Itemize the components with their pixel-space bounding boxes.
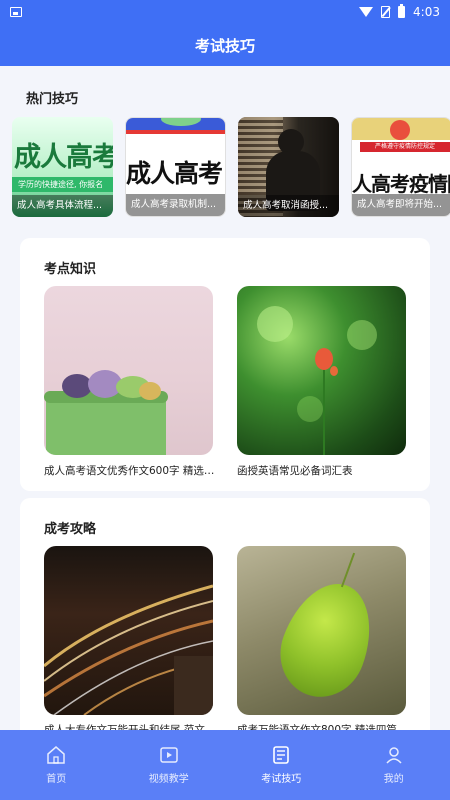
strategy-section-title: 成考攻略 bbox=[44, 522, 97, 537]
hot-tip-image-text: 人高考疫情防 bbox=[352, 172, 450, 196]
page-title: 考试技巧 bbox=[194, 36, 255, 55]
hot-tip-caption: 成人高考具体流程... bbox=[12, 195, 113, 217]
profile-icon bbox=[386, 747, 402, 764]
status-icons: 4:03 bbox=[359, 4, 440, 19]
knowledge-item-caption[interactable]: 函授英语常见必备词汇表 bbox=[237, 463, 415, 478]
home-icon bbox=[47, 746, 65, 764]
tips-icon bbox=[273, 746, 290, 764]
knowledge-item-image[interactable] bbox=[237, 286, 406, 455]
leaf bbox=[267, 571, 387, 709]
nav-item-tips[interactable]: 考试技巧 bbox=[225, 730, 338, 800]
app-header: 考试技巧 bbox=[0, 24, 450, 66]
nav-label-profile: 我的 bbox=[383, 774, 404, 785]
status-bar: 4:03 bbox=[0, 0, 450, 24]
hot-tips-carousel[interactable]: 成人高考 学历的快捷途径, 你报名 成人高考具体流程... 成人高考 成人高考录… bbox=[12, 117, 450, 217]
strategy-item-image[interactable] bbox=[237, 546, 406, 715]
bottom-nav: 首页 视频教学 考试技巧 我的 bbox=[0, 730, 450, 800]
nav-label-video: 视频教学 bbox=[148, 774, 189, 785]
strategy-item-image[interactable] bbox=[44, 546, 213, 715]
flower-bud bbox=[330, 366, 338, 376]
hot-tip-image-text: 成人高考 bbox=[126, 159, 223, 188]
strategy-section: 成考攻略 成人大专作文万能开头和结尾 范文... 成考万能语文作文800字 精选… bbox=[20, 498, 430, 748]
nav-item-profile[interactable]: 我的 bbox=[338, 730, 450, 800]
hot-tip-image-subtext: 学历的快捷途径, 你报名 bbox=[12, 177, 113, 192]
nav-label-tips: 考试技巧 bbox=[261, 774, 302, 785]
hot-tip-image-banner: 严格遵守疫情防控规定 bbox=[360, 142, 450, 152]
hot-tip-image-face bbox=[390, 120, 410, 140]
bokeh-3 bbox=[297, 396, 323, 422]
hot-tip-caption: 成人高考取消函授... bbox=[238, 195, 339, 217]
battery-icon bbox=[398, 4, 406, 18]
knowledge-item-caption[interactable]: 成人高考语文优秀作文600字 精选三... bbox=[44, 463, 222, 478]
hot-tip-caption: 成人高考即将开始... bbox=[352, 194, 450, 216]
hot-tip-card[interactable]: 成人高考 学历的快捷途径, 你报名 成人高考具体流程... bbox=[12, 117, 113, 217]
hot-tip-image-band-accent bbox=[126, 130, 225, 134]
bokeh-2 bbox=[347, 320, 377, 350]
nav-label-home: 首页 bbox=[46, 774, 67, 785]
leaf-stem bbox=[340, 552, 356, 588]
knowledge-section-title: 考点知识 bbox=[44, 262, 97, 277]
bokeh-1 bbox=[257, 306, 293, 342]
clock: 4:03 bbox=[413, 5, 440, 19]
hot-tip-caption: 成人高考录取机制... bbox=[126, 194, 225, 216]
knowledge-section: 考点知识 成人高考语文优秀作文600字 精选三... 函授英语常见必备词汇表 bbox=[20, 238, 430, 491]
gallery-notification-icon bbox=[10, 7, 22, 17]
plant-pot bbox=[46, 396, 166, 455]
knowledge-item-image[interactable] bbox=[44, 286, 213, 455]
hot-tip-card[interactable]: 成人高考 成人高考录取机制... bbox=[125, 117, 226, 217]
hot-tips-title: 热门技巧 bbox=[26, 92, 79, 107]
hot-tip-image-text: 成人高考 bbox=[14, 142, 113, 173]
roadside-building bbox=[174, 656, 213, 715]
succulent-4 bbox=[139, 382, 161, 400]
video-icon bbox=[160, 747, 178, 763]
nav-item-home[interactable]: 首页 bbox=[0, 730, 113, 800]
nav-item-video[interactable]: 视频教学 bbox=[113, 730, 226, 800]
hot-tip-card[interactable]: 严格遵守疫情防控规定 人高考疫情防 成人高考即将开始... bbox=[351, 117, 450, 217]
hot-tip-card[interactable]: 成人高考取消函授... bbox=[238, 117, 339, 217]
wifi-icon bbox=[359, 7, 374, 17]
no-sim-icon bbox=[381, 6, 391, 18]
flower-stem bbox=[323, 360, 325, 455]
